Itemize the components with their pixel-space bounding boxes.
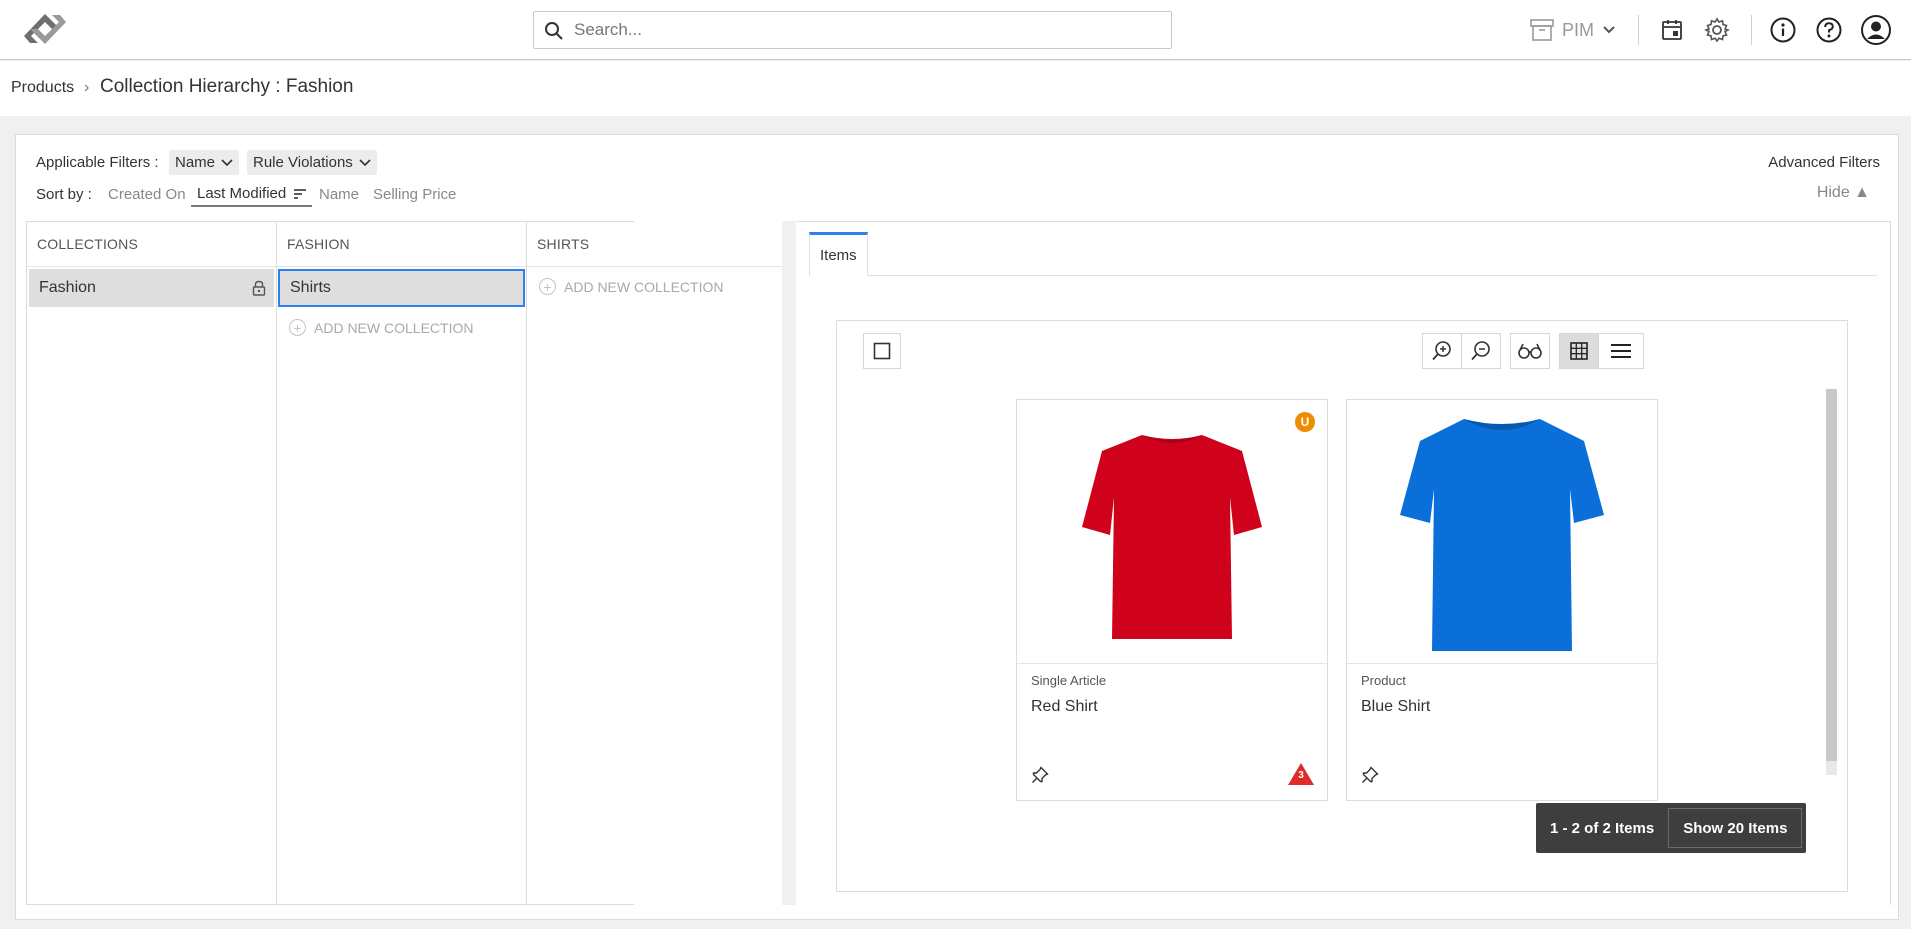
filter-chip-rule-violations[interactable]: Rule Violations [247, 150, 377, 175]
pin-icon[interactable] [1361, 766, 1379, 784]
sort-option-selling-price[interactable]: Selling Price [373, 186, 456, 203]
applicable-filters-label: Applicable Filters : [36, 154, 159, 171]
filter-chip-name[interactable]: Name [169, 150, 240, 175]
sort-by-label: Sort by : [36, 186, 92, 203]
t-shirt-blue-image [1400, 418, 1604, 651]
sort-descending-icon [294, 189, 307, 199]
checkbox-icon [873, 342, 891, 360]
column-header: FASHION [277, 222, 526, 267]
collection-item-shirts[interactable]: Shirts [278, 269, 525, 307]
item-type: Product [1361, 673, 1406, 688]
list-view-button[interactable] [1598, 333, 1644, 369]
collection-item-fashion[interactable]: Fashion [29, 269, 274, 307]
chevron-down-icon [359, 158, 371, 166]
list-view-icon [1611, 344, 1631, 358]
status-badge: U [1295, 412, 1315, 432]
lock-icon [252, 280, 266, 296]
header-divider [1638, 15, 1639, 45]
zoom-out-button[interactable] [1461, 333, 1501, 369]
item-name[interactable]: Red Shirt [1031, 698, 1098, 716]
grid-view-icon [1570, 342, 1588, 360]
scrollbar-thumb[interactable] [1826, 389, 1837, 761]
select-all-checkbox[interactable] [863, 333, 901, 369]
collection-columns: COLLECTIONS Fashion FASHION Shirts + ADD… [26, 221, 783, 905]
breadcrumb-separator: › [84, 79, 90, 96]
zoom-in-icon [1432, 341, 1451, 361]
filter-chip-label: Rule Violations [253, 154, 353, 171]
info-icon[interactable] [1766, 13, 1800, 47]
t-shirt-red-image [1082, 434, 1262, 639]
sort-option-last-modified[interactable]: Last Modified [191, 181, 313, 207]
zoom-in-button[interactable] [1422, 333, 1462, 369]
tab-label: Items [820, 247, 857, 264]
scrollbar[interactable] [1826, 389, 1837, 775]
item-type: Single Article [1031, 673, 1107, 688]
chevron-down-icon [1603, 26, 1615, 34]
add-new-collection-label: ADD NEW COLLECTION [564, 278, 724, 295]
help-icon[interactable] [1812, 13, 1846, 47]
breadcrumb-products-link[interactable]: Products [11, 79, 74, 97]
sort-option-label: Last Modified [197, 185, 287, 202]
filter-chip-label: Name [175, 154, 216, 171]
grid-view-button[interactable] [1559, 333, 1599, 369]
hide-filters-button[interactable]: Hide ▲ [1817, 184, 1870, 202]
tab-items[interactable]: Items [809, 232, 868, 276]
column-splitter[interactable] [782, 221, 796, 905]
column-collections: COLLECTIONS Fashion [27, 222, 277, 904]
column-fashion: FASHION Shirts + ADD NEW COLLECTION [277, 222, 527, 904]
show-items-label: Show 20 Items [1683, 819, 1788, 837]
logo-icon[interactable] [22, 12, 68, 46]
archive-icon [1530, 19, 1554, 41]
zoom-out-icon [1471, 341, 1490, 361]
gear-icon[interactable] [1700, 13, 1734, 47]
plus-circle-icon: + [539, 278, 556, 295]
main-panel: Applicable Filters : Name Rule Violation… [15, 134, 1899, 920]
plus-circle-icon: + [289, 319, 306, 336]
calendar-icon[interactable] [1655, 13, 1689, 47]
search-icon [545, 22, 563, 40]
breadcrumb: Products › Collection Hierarchy : Fashio… [0, 61, 1911, 116]
chevron-down-icon [221, 158, 233, 166]
add-new-collection-button[interactable]: + ADD NEW COLLECTION [539, 278, 723, 295]
page-title: Collection Hierarchy : Fashion [100, 76, 354, 97]
pagination-range: 1 - 2 of 2 Items [1550, 819, 1655, 837]
preview-button[interactable] [1510, 333, 1550, 369]
glasses-icon [1518, 343, 1542, 359]
item-name[interactable]: Blue Shirt [1361, 698, 1430, 716]
add-new-collection-button[interactable]: + ADD NEW COLLECTION [289, 319, 473, 336]
advanced-filters-link[interactable]: Advanced Filters [1768, 154, 1880, 171]
show-items-button[interactable]: Show 20 Items [1668, 808, 1803, 848]
items-area: Items U Single Article Red Shirt 3 Produ… [797, 221, 1891, 905]
rule-violation-warning-icon[interactable]: 3 [1287, 762, 1315, 786]
column-shirts: SHIRTS + ADD NEW COLLECTION [527, 222, 783, 904]
add-new-collection-label: ADD NEW COLLECTION [314, 319, 474, 336]
column-header: SHIRTS [527, 222, 783, 267]
search-input[interactable] [574, 12, 1164, 48]
item-card-blue-shirt[interactable]: Product Blue Shirt [1346, 399, 1658, 801]
module-label: PIM [1562, 19, 1595, 40]
search-box[interactable] [533, 11, 1172, 49]
item-image [1347, 400, 1657, 664]
pagination-bar: 1 - 2 of 2 Items Show 20 Items [1536, 803, 1807, 853]
header-divider [1751, 15, 1752, 45]
sort-option-name[interactable]: Name [319, 186, 359, 203]
item-image [1017, 400, 1327, 664]
collection-item-label: Fashion [39, 279, 96, 296]
tab-bar: Items [809, 232, 1877, 276]
collection-item-label: Shirts [290, 279, 331, 296]
sort-option-created-on[interactable]: Created On [108, 186, 186, 203]
column-header: COLLECTIONS [27, 222, 276, 267]
module-switcher[interactable]: PIM [1530, 16, 1616, 44]
user-icon[interactable] [1859, 13, 1893, 47]
top-bar: PIM [0, 0, 1911, 60]
item-card-red-shirt[interactable]: U Single Article Red Shirt 3 [1016, 399, 1328, 801]
items-grid: U Single Article Red Shirt 3 Product Blu… [836, 320, 1848, 892]
pin-icon[interactable] [1031, 766, 1049, 784]
warning-count: 3 [1298, 770, 1304, 781]
